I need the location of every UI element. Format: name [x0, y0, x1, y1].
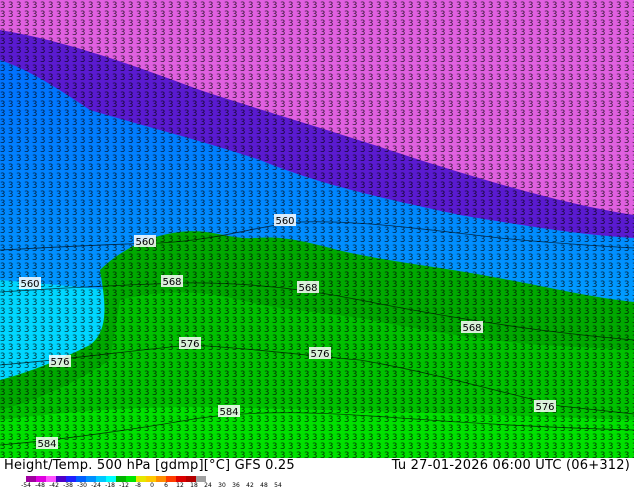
colorbar-tick-label: 42: [246, 482, 254, 489]
contour-label: 576: [534, 400, 556, 413]
svg-text:560: 560: [135, 237, 154, 248]
temperature-map: 3 560560560568568568576576576576584584: [0, 0, 634, 458]
colorbar-tick-label: -18: [105, 482, 115, 489]
contour-label: 568: [161, 275, 183, 288]
svg-text:576: 576: [50, 357, 69, 368]
chart-title: Height/Temp. 500 hPa [gdmp][°C] GFS 0.25: [4, 458, 295, 473]
valid-time: Tu 27-01-2026 06:00 UTC (06+312): [391, 458, 630, 473]
contour-label: 568: [461, 321, 483, 334]
colorbar-tick-label: 24: [204, 482, 212, 489]
value-grid-overlay: [0, 0, 634, 458]
contour-label: 576: [49, 355, 71, 368]
svg-text:584: 584: [37, 439, 56, 450]
contour-label: 584: [36, 437, 58, 450]
colorbar-tick-label: -30: [77, 482, 87, 489]
colorbar-tick-label: 0: [150, 482, 154, 489]
colorbar-tick-label: -24: [91, 482, 101, 489]
colorbar-tick-label: 18: [190, 482, 198, 489]
colorbar-tick-label: 36: [232, 482, 240, 489]
colorbar-tick-label: 54: [274, 482, 282, 489]
colorbar-tick-label: -12: [119, 482, 129, 489]
svg-text:560: 560: [20, 279, 39, 290]
contour-label: 576: [309, 347, 331, 360]
contour-label: 584: [218, 405, 240, 418]
colorbar-tick-label: -42: [49, 482, 59, 489]
contour-label: 560: [19, 277, 41, 290]
colorbar-tick-label: 30: [218, 482, 226, 489]
colorbar-tick-label: 48: [260, 482, 268, 489]
colorbar-tick-label: -8: [135, 482, 141, 489]
svg-text:568: 568: [162, 277, 181, 288]
svg-text:576: 576: [535, 402, 554, 413]
footer: Height/Temp. 500 hPa [gdmp][°C] GFS 0.25…: [0, 458, 634, 490]
contour-label: 576: [179, 337, 201, 350]
svg-text:584: 584: [219, 407, 238, 418]
colorbar-tick-label: 6: [164, 482, 168, 489]
svg-text:560: 560: [275, 216, 294, 227]
contour-label: 560: [134, 235, 156, 248]
svg-text:576: 576: [310, 349, 329, 360]
svg-text:568: 568: [298, 283, 317, 294]
svg-text:576: 576: [180, 339, 199, 350]
colorbar-tick-label: 12: [176, 482, 184, 489]
colorbar-tick-label: -38: [63, 482, 73, 489]
contour-label: 568: [297, 281, 319, 294]
contour-label: 560: [274, 214, 296, 227]
colorbar-tick-label: -54: [21, 482, 31, 489]
svg-text:568: 568: [462, 323, 481, 334]
colorbar-tick-label: -48: [35, 482, 45, 489]
